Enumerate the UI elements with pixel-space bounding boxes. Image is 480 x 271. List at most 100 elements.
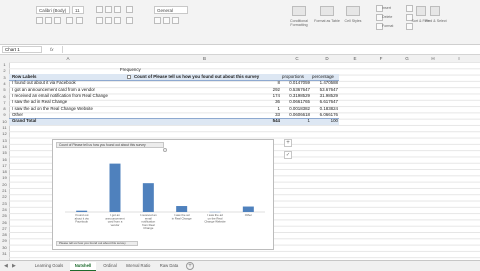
scroll-right-icon[interactable]: ▶ <box>12 263 16 269</box>
row-labels-header[interactable]: Row Labels <box>12 74 36 80</box>
pivot-row-count[interactable]: 36 <box>240 99 280 105</box>
row-header[interactable]: 5 <box>0 87 9 93</box>
pivot-row-pct[interactable]: 31.98529 <box>310 93 338 99</box>
row-header[interactable]: 12 <box>0 131 9 137</box>
col-header-g[interactable]: G <box>394 55 420 62</box>
col-header-i[interactable]: I <box>446 55 472 62</box>
col-header-h[interactable]: H <box>420 55 446 62</box>
row-header[interactable]: 25 <box>0 213 9 219</box>
pivot-row-pct[interactable]: 1.470588 <box>310 80 338 86</box>
col-header-e[interactable]: E <box>342 55 368 62</box>
pivot-row-label[interactable]: I saw the ad in Real Change <box>12 99 67 105</box>
chart-bar[interactable] <box>110 164 121 212</box>
row-header[interactable]: 19 <box>0 175 9 181</box>
align-middle-button[interactable] <box>105 6 112 13</box>
row-header[interactable]: 22 <box>0 194 9 200</box>
row-header[interactable]: 2 <box>0 68 9 74</box>
pivot-row-count[interactable]: 8 <box>240 80 280 86</box>
scroll-left-icon[interactable]: ◀ <box>4 263 8 269</box>
row-header[interactable]: 3 <box>0 75 9 81</box>
pivot-row-count[interactable]: 174 <box>240 93 280 99</box>
pivot-row-pct[interactable]: 6.617647 <box>310 99 338 105</box>
frequency-label[interactable]: Frequency <box>120 67 141 73</box>
tab-learning-goals[interactable]: Learning Goals <box>28 262 70 270</box>
comma-button[interactable] <box>172 17 179 24</box>
align-right-button[interactable] <box>114 17 121 24</box>
row-header[interactable]: 15 <box>0 150 9 156</box>
tab-raw-data[interactable]: Raw Data <box>156 262 182 270</box>
pivot-row-label[interactable]: I received an email notification from Re… <box>12 93 108 99</box>
col-header-a[interactable]: A <box>9 55 127 62</box>
pivot-row-prop[interactable]: 0.0661765 <box>280 99 310 105</box>
chart-bar[interactable] <box>176 206 187 212</box>
name-box[interactable]: Chart 1 <box>2 46 42 53</box>
row-header[interactable]: 28 <box>0 232 9 238</box>
row-header[interactable]: 9 <box>0 112 9 118</box>
col-header-d[interactable]: D <box>312 55 342 62</box>
align-center-button[interactable] <box>105 17 112 24</box>
pivot-row-pct[interactable]: 6.066176 <box>310 112 338 118</box>
chart-elements-button[interactable]: + <box>284 139 292 147</box>
grand-total-pct[interactable]: 100 <box>310 118 338 124</box>
row-header[interactable]: 20 <box>0 182 9 188</box>
align-top-button[interactable] <box>96 6 103 13</box>
borders-button[interactable] <box>66 17 73 24</box>
cell-styles-icon[interactable] <box>346 6 360 16</box>
clear-icon[interactable] <box>406 23 413 30</box>
count-header[interactable]: Count of Please tell us how you found ou… <box>134 74 259 80</box>
row-header[interactable]: 7 <box>0 100 9 106</box>
font-size-select[interactable]: 11 <box>72 6 84 14</box>
underline-button[interactable] <box>54 17 61 24</box>
pivot-row-prop[interactable]: 0.0018382 <box>280 106 310 112</box>
col-header-c[interactable]: C <box>282 55 312 62</box>
align-bottom-button[interactable] <box>114 6 121 13</box>
row-header[interactable]: 10 <box>0 119 9 125</box>
row-header[interactable]: 31 <box>0 251 9 257</box>
chart-bar[interactable] <box>76 211 87 212</box>
pivot-row-pct[interactable]: 0.183824 <box>310 106 338 112</box>
row-header[interactable]: 6 <box>0 94 9 100</box>
pivot-row-label[interactable]: Other <box>12 112 23 118</box>
percent-button[interactable] <box>163 17 170 24</box>
row-header[interactable]: 18 <box>0 169 9 175</box>
italic-button[interactable] <box>45 17 52 24</box>
row-labels-filter-button[interactable] <box>127 75 131 79</box>
pivot-row-prop[interactable]: 0.0147059 <box>280 80 310 86</box>
add-sheet-icon[interactable]: + <box>186 262 194 270</box>
pivot-row-pct[interactable]: 53.67647 <box>310 87 338 93</box>
percentage-header[interactable]: percentage <box>312 74 334 80</box>
axis-field-button[interactable]: Please tell us how you found out about t… <box>56 241 138 246</box>
pivot-chart[interactable]: Count of Please tell us how you found ou… <box>52 139 274 250</box>
wrap-text-button[interactable] <box>126 6 133 13</box>
row-header[interactable]: 14 <box>0 144 9 150</box>
bold-button[interactable] <box>36 17 43 24</box>
currency-button[interactable] <box>154 17 161 24</box>
row-header[interactable]: 1 <box>0 62 9 68</box>
row-header[interactable]: 29 <box>0 238 9 244</box>
fill-color-button[interactable] <box>76 17 83 24</box>
chart-bar[interactable] <box>143 183 154 212</box>
row-header[interactable]: 30 <box>0 245 9 251</box>
pivot-row-prop[interactable]: 0.5367647 <box>280 87 310 93</box>
row-header[interactable]: 27 <box>0 226 9 232</box>
row-header[interactable]: 4 <box>0 81 9 87</box>
formula-input[interactable] <box>62 46 477 53</box>
row-header[interactable]: 24 <box>0 207 9 213</box>
tab-ordinal[interactable]: Ordinal <box>98 262 122 270</box>
autosum-icon[interactable] <box>406 5 413 12</box>
sort-filter-icon[interactable] <box>416 6 426 16</box>
row-header[interactable]: 11 <box>0 125 9 131</box>
grand-total-prop[interactable]: 1 <box>280 118 310 124</box>
proportions-header[interactable]: proportions <box>282 74 304 80</box>
col-header-b[interactable]: B <box>127 55 282 62</box>
row-header[interactable]: 26 <box>0 220 9 226</box>
pivot-row-count[interactable]: 33 <box>240 112 280 118</box>
pivot-row-label[interactable]: I found out about it via Facebook <box>12 80 76 86</box>
row-header[interactable]: 21 <box>0 188 9 194</box>
merge-center-button[interactable] <box>126 17 133 24</box>
pivot-row-label[interactable]: I got an announcement card from a vendor <box>12 87 95 93</box>
conditional-formatting-icon[interactable] <box>292 6 306 16</box>
col-header-f[interactable]: F <box>368 55 394 62</box>
font-name-select[interactable]: Calibri (Body) <box>36 6 70 14</box>
pivot-row-prop[interactable]: 0.3198529 <box>280 93 310 99</box>
